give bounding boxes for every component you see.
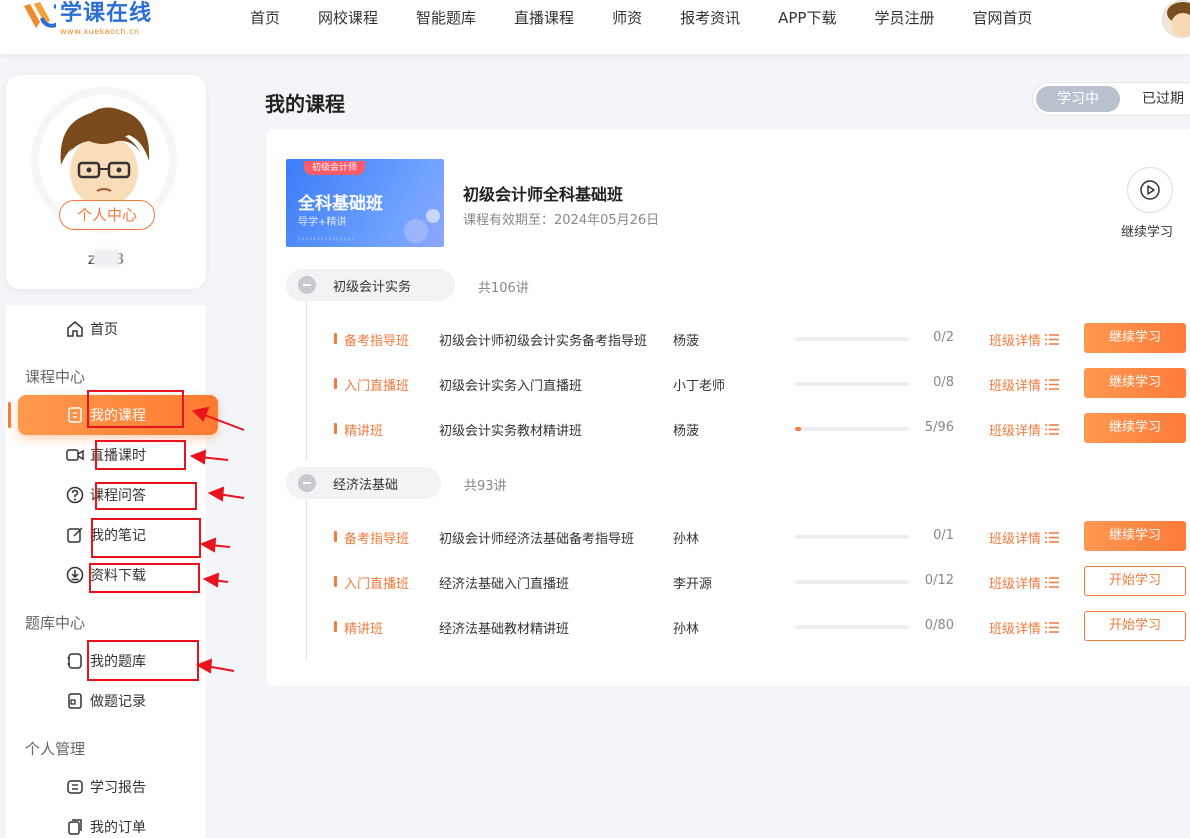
- continue-learning-button[interactable]: 继续学习: [1084, 413, 1186, 443]
- table-row: 入门直播班 初级会计实务入门直播班 小丁老师 0/8 班级详情 继续学习: [306, 368, 1186, 398]
- start-learning-button[interactable]: 开始学习: [1084, 566, 1186, 596]
- subject-header[interactable]: 初级会计实务: [286, 269, 455, 301]
- course-panel: 初级会计师 全科基础班 导学+精讲 ››››››››››››››› 初级会计师全…: [266, 129, 1190, 686]
- cover-decoration: [426, 209, 440, 223]
- teacher-name: 孙林: [673, 532, 700, 547]
- start-learning-button[interactable]: 开始学习: [1084, 611, 1186, 641]
- class-type: 备考指导班: [334, 330, 409, 349]
- list-icon: [1045, 622, 1060, 633]
- subject-lecture-count: 共106讲: [478, 281, 529, 296]
- continue-learning-button[interactable]: 继续学习: [1084, 521, 1186, 551]
- class-name[interactable]: 初级会计实务教材精讲班: [439, 420, 582, 439]
- continue-learning-button[interactable]: 继续学习: [1084, 323, 1186, 353]
- subject-lecture-count: 共93讲: [464, 479, 507, 494]
- class-type: 入门直播班: [334, 573, 409, 592]
- progress-count: 0/8: [933, 375, 954, 390]
- list-icon: [1045, 334, 1060, 345]
- teacher-name: 杨菠: [673, 424, 700, 439]
- progress-count: 0/1: [933, 528, 954, 543]
- table-row: 入门直播班 经济法基础入门直播班 李开源 0/12 班级详情 开始学习: [306, 566, 1186, 596]
- cover-decoration: [404, 219, 428, 243]
- class-detail-link[interactable]: 班级详情: [989, 528, 1060, 547]
- course-status-tabs: 学习中 已过期: [1032, 82, 1190, 116]
- subject-name: 经济法基础: [333, 477, 399, 493]
- cover-title: 全科基础班: [298, 194, 383, 214]
- progress-count: 0/12: [924, 573, 954, 588]
- progress-count: 0/80: [924, 618, 954, 633]
- list-icon: [1045, 424, 1060, 435]
- cover-tag: 初级会计师: [304, 161, 366, 175]
- list-icon: [1045, 379, 1060, 390]
- class-type: 精讲班: [334, 618, 383, 637]
- table-row: 备考指导班 初级会计师初级会计实务备考指导班 杨菠 0/2 班级详情 继续学习: [306, 323, 1186, 353]
- class-name[interactable]: 初级会计师经济法基础备考指导班: [439, 528, 634, 547]
- class-name[interactable]: 初级会计实务入门直播班: [439, 375, 582, 394]
- class-type: 精讲班: [334, 420, 383, 439]
- teacher-name: 小丁老师: [673, 379, 726, 394]
- class-detail-link[interactable]: 班级详情: [989, 375, 1060, 394]
- class-type: 备考指导班: [334, 528, 409, 547]
- course-validity: 课程有效期至：2024年05月26日: [463, 213, 660, 228]
- subject-header[interactable]: 经济法基础: [286, 467, 441, 499]
- list-icon: [1045, 532, 1060, 543]
- collapse-icon: [298, 276, 316, 294]
- subject-name: 初级会计实务: [333, 279, 412, 295]
- table-row: 精讲班 经济法基础教材精讲班 孙林 0/80 班级详情 开始学习: [306, 611, 1186, 641]
- progress-count: 0/2: [933, 330, 954, 345]
- teacher-name: 李开源: [673, 577, 713, 592]
- list-icon: [1045, 577, 1060, 588]
- continue-study-label[interactable]: 继续学习: [1121, 221, 1173, 240]
- class-name[interactable]: 经济法基础教材精讲班: [439, 618, 569, 637]
- table-row: 精讲班 初级会计实务教材精讲班 杨菠 5/96 班级详情 继续学习: [306, 413, 1186, 443]
- class-name[interactable]: 经济法基础入门直播班: [439, 573, 569, 592]
- cover-dots: ›››››››››››››››: [298, 235, 355, 243]
- class-type: 入门直播班: [334, 375, 409, 394]
- continue-study-button[interactable]: [1127, 167, 1173, 213]
- course-cover-image[interactable]: 初级会计师 全科基础班 导学+精讲 ›››››››››››››››: [286, 159, 444, 247]
- tab-studying[interactable]: 学习中: [1036, 86, 1120, 112]
- class-detail-link[interactable]: 班级详情: [989, 330, 1060, 349]
- collapse-icon: [298, 474, 316, 492]
- play-icon: [1140, 180, 1160, 200]
- class-detail-link[interactable]: 班级详情: [989, 618, 1060, 637]
- class-name[interactable]: 初级会计师初级会计实务备考指导班: [439, 330, 647, 349]
- class-detail-link[interactable]: 班级详情: [989, 420, 1060, 439]
- cover-subtitle: 导学+精讲: [298, 217, 347, 228]
- class-detail-link[interactable]: 班级详情: [989, 573, 1060, 592]
- course-title[interactable]: 初级会计师全科基础班: [463, 181, 623, 205]
- progress-count: 5/96: [924, 420, 954, 435]
- table-row: 备考指导班 初级会计师经济法基础备考指导班 孙林 0/1 班级详情 继续学习: [306, 521, 1186, 551]
- teacher-name: 杨菠: [673, 334, 700, 349]
- teacher-name: 孙林: [673, 622, 700, 637]
- continue-learning-button[interactable]: 继续学习: [1084, 368, 1186, 398]
- page-title: 我的课程: [265, 92, 345, 116]
- tab-expired[interactable]: 已过期: [1133, 86, 1190, 112]
